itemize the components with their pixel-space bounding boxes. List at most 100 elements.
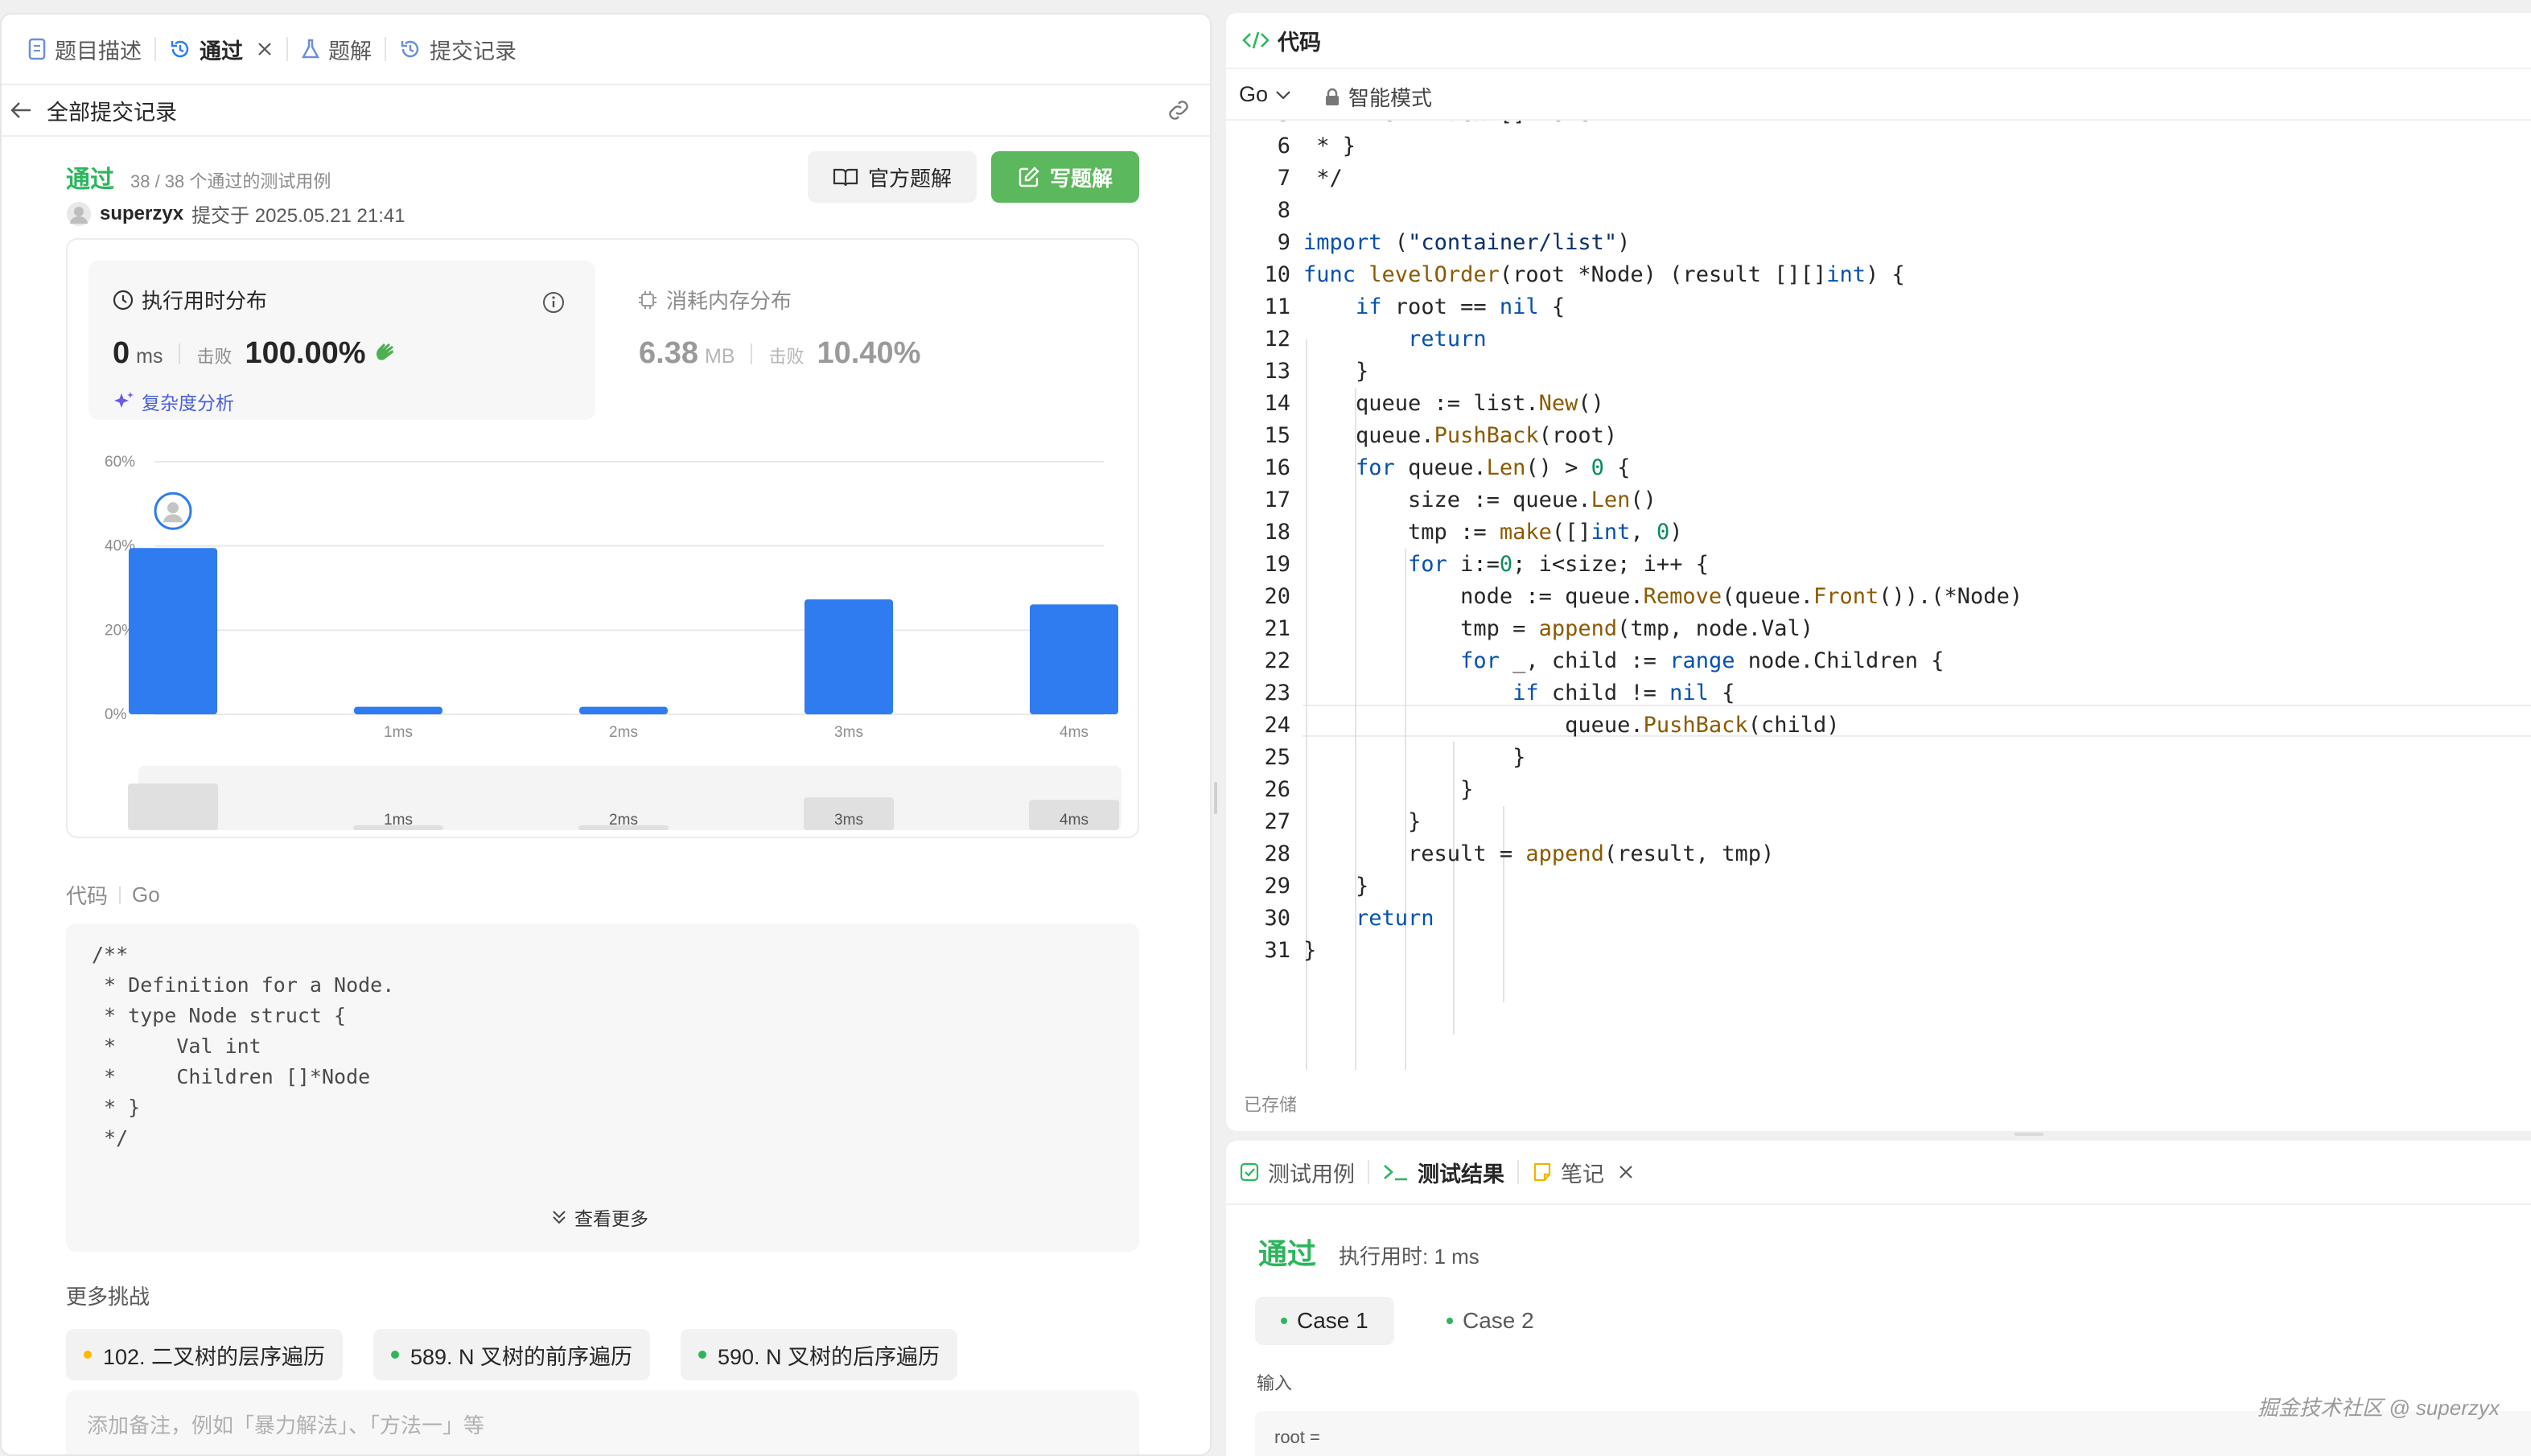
y-tick-label: 0% xyxy=(105,706,127,723)
smart-mode-toggle[interactable]: 智能模式 xyxy=(1324,82,1432,112)
tab-notes[interactable]: 笔记 xyxy=(1519,1157,1648,1188)
divider xyxy=(751,343,753,364)
chip-icon xyxy=(637,290,658,311)
write-solution-button[interactable]: 写题解 xyxy=(991,151,1139,203)
memory-value: 6.38 xyxy=(639,336,698,370)
memory-box[interactable]: 消耗内存分布 xyxy=(637,285,792,315)
range-selector-label: 3ms xyxy=(834,812,863,829)
tab-submissions[interactable]: 提交记录 xyxy=(386,34,529,65)
line-number: 26 xyxy=(1264,777,1290,802)
x-tick-label: 3ms xyxy=(834,724,863,741)
challenge-chip[interactable]: 589. N 叉树的前序遍历 xyxy=(373,1329,651,1380)
editor-tab[interactable]: 代码 xyxy=(1242,13,1321,68)
case-tab-2[interactable]: Case 2 xyxy=(1430,1297,1550,1345)
code-editor-panel: 代码 Go 智能模式 5 6 7 8 9 10 11 12 13 14 15 16 17 18 19 20 21… xyxy=(1226,13,2531,1131)
official-solution-button[interactable]: 官方题解 xyxy=(808,151,977,203)
close-icon[interactable] xyxy=(256,40,274,58)
input-label: 输入 xyxy=(1257,1373,1293,1393)
tab-label: 提交记录 xyxy=(430,39,516,64)
tab-test-results[interactable]: 测试结果 xyxy=(1369,1157,1517,1188)
code-line: size := queue.Len() xyxy=(1303,487,1656,512)
tab-label: 测试结果 xyxy=(1418,1162,1504,1187)
pass-dot xyxy=(1281,1318,1287,1324)
resize-handle[interactable] xyxy=(2015,1133,2043,1136)
chart-bar xyxy=(1030,604,1118,714)
pass-dot xyxy=(1447,1318,1453,1324)
chart-bar xyxy=(354,706,442,714)
divider xyxy=(179,343,181,364)
book-icon xyxy=(833,167,858,187)
divider xyxy=(1226,68,2531,69)
code-line: * Children []*Node xyxy=(92,1065,371,1088)
memory-title: 消耗内存分布 xyxy=(666,289,792,313)
back-to-submissions[interactable]: 全部提交记录 xyxy=(10,84,177,137)
code-line: */ xyxy=(1303,166,1343,191)
line-number: 28 xyxy=(1264,841,1290,866)
line-number: 30 xyxy=(1264,906,1290,931)
code-line: } xyxy=(1303,745,1526,770)
tab-testcases[interactable]: 测试用例 xyxy=(1226,1157,1368,1188)
line-number: 7 xyxy=(1277,166,1290,191)
line-number: 12 xyxy=(1264,327,1290,352)
code-line: queue := list.New() xyxy=(1303,391,1604,416)
line-number: 11 xyxy=(1264,294,1290,319)
tab-label: 通过 xyxy=(200,39,243,64)
beats-label: 击败 xyxy=(768,347,805,367)
case-label: Case 1 xyxy=(1297,1308,1368,1333)
close-icon[interactable] xyxy=(1617,1163,1635,1181)
chart-bar xyxy=(579,706,668,714)
tab-description[interactable]: 题目描述 xyxy=(14,34,154,65)
challenge-label: 102. 二叉树的层序遍历 xyxy=(103,1344,326,1369)
link-icon[interactable] xyxy=(1165,98,1192,122)
code-line: func levelOrder(root *Node) (result [][]… xyxy=(1303,262,1905,287)
line-number: 25 xyxy=(1264,745,1290,770)
line-number: 24 xyxy=(1264,713,1290,738)
flask-icon xyxy=(301,38,320,60)
divider xyxy=(2,84,1210,85)
line-number: 9 xyxy=(1277,230,1290,255)
challenge-label: 589. N 叉树的前序遍历 xyxy=(410,1344,633,1369)
smart-mode-label: 智能模式 xyxy=(1348,86,1433,110)
complexity-link[interactable]: 复杂度分析 xyxy=(113,388,234,415)
tab-label: 笔记 xyxy=(1561,1162,1604,1187)
difficulty-dot xyxy=(391,1351,399,1359)
code-area[interactable]: 5 6 7 8 9 10 11 12 13 14 15 16 17 18 19 20 21 22 23 24 25 26 2… xyxy=(1226,121,2531,1070)
info-icon[interactable] xyxy=(542,291,565,314)
line-number: 10 xyxy=(1264,262,1290,287)
complexity-label: 复杂度分析 xyxy=(142,393,234,413)
tab-solutions[interactable]: 题解 xyxy=(288,34,385,65)
code-line: if root == nil { xyxy=(1356,294,1566,319)
vertical-resize-handle[interactable] xyxy=(1214,782,1217,814)
see-more-label: 查看更多 xyxy=(574,1208,648,1229)
note-input[interactable]: 添加备注，例如「暴力解法」、「方法一」等 xyxy=(66,1390,1139,1454)
editor-code[interactable]: * Children []*Node * } */ import ("conta… xyxy=(1303,121,2023,967)
line-number: 15 xyxy=(1264,423,1290,448)
avatar[interactable] xyxy=(66,201,92,227)
username[interactable]: superzyx xyxy=(100,203,183,225)
status-accepted: 通过 xyxy=(66,167,114,193)
runtime-value: 0 xyxy=(113,336,130,370)
code-line: for queue.Len() > 0 { xyxy=(1356,455,1631,480)
code-line: } xyxy=(1303,938,1317,963)
language-select[interactable]: Go xyxy=(1239,82,1292,107)
write-solution-label: 写题解 xyxy=(1049,166,1113,191)
runtime-distribution-chart: 0%20%40%60%1ms 2ms 3ms 4ms1ms 2ms 3ms 4ms xyxy=(105,454,1121,830)
history-icon xyxy=(169,38,191,60)
chart-bar xyxy=(129,548,217,714)
code-line: return xyxy=(1356,906,1434,931)
line-number: 22 xyxy=(1264,648,1290,673)
terminal-icon xyxy=(1382,1162,1410,1182)
case-tab-1[interactable]: Case 1 xyxy=(1255,1297,1394,1345)
code-line: * } xyxy=(1303,134,1356,158)
line-number: 16 xyxy=(1264,455,1290,480)
submitted-time: 提交于 2025.05.21 21:41 xyxy=(191,205,405,227)
runtime-title: 执行用时分布 xyxy=(142,289,268,313)
document-icon xyxy=(27,38,47,60)
challenge-label: 590. N 叉树的后序遍历 xyxy=(718,1344,940,1369)
challenge-chip[interactable]: 590. N 叉树的后序遍历 xyxy=(681,1329,958,1380)
challenge-chip[interactable]: 102. 二叉树的层序遍历 xyxy=(66,1329,344,1380)
tab-accepted[interactable]: 通过 xyxy=(156,34,286,65)
see-more-button[interactable]: 查看更多 xyxy=(550,1203,648,1231)
code-line: for _, child := range node.Children { xyxy=(1460,648,1945,673)
